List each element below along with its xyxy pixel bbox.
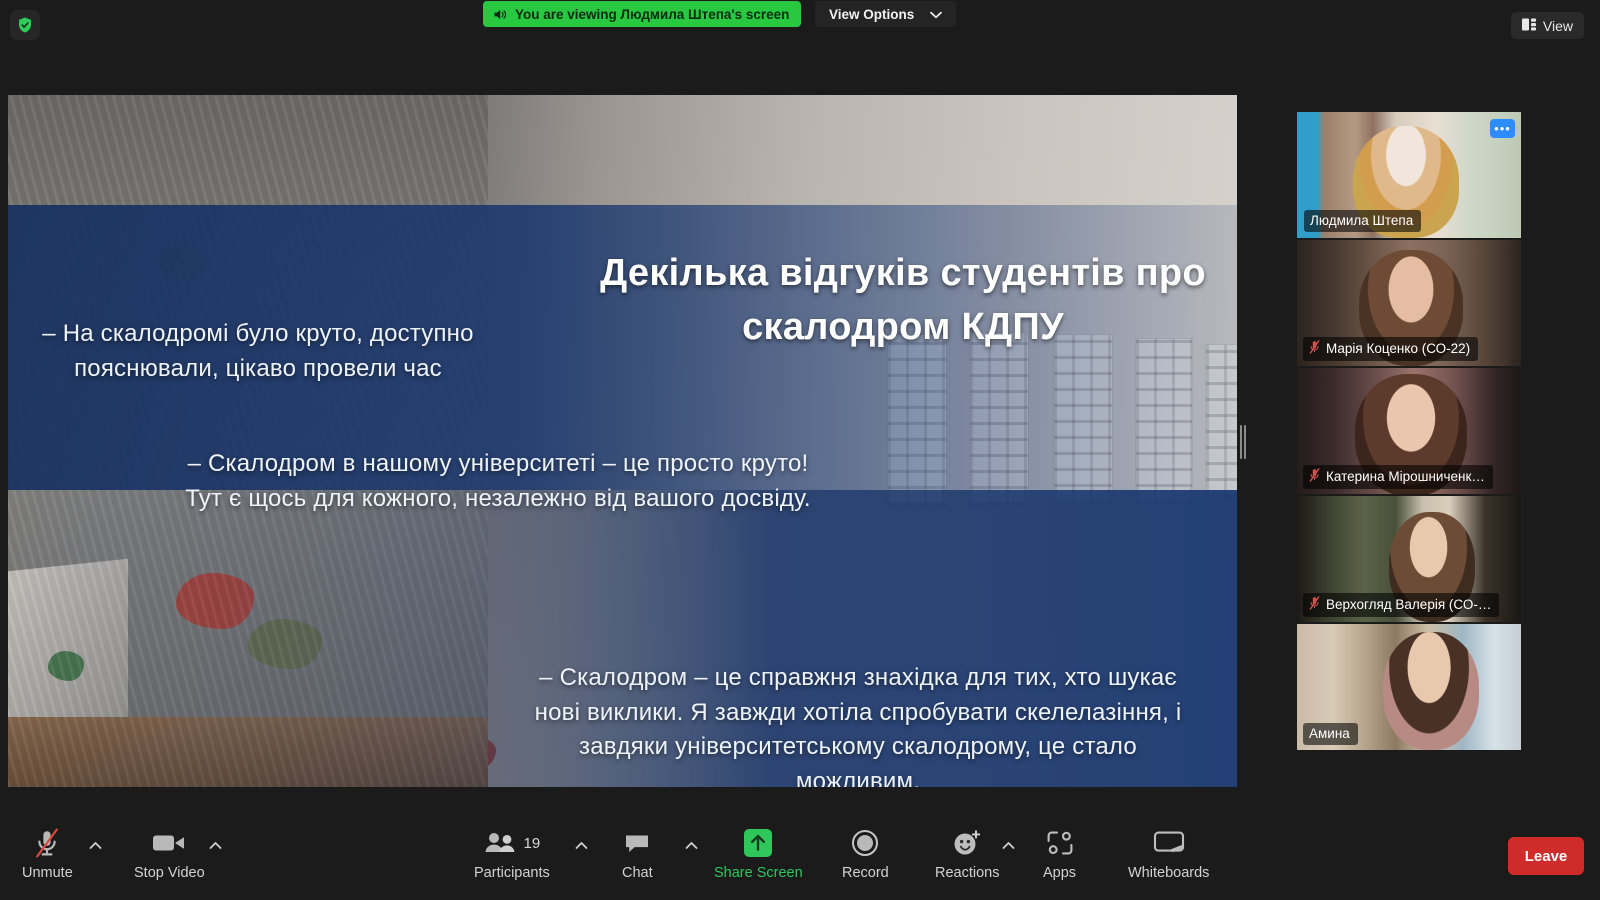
participant-name-badge: Людмила Штепа — [1304, 210, 1422, 232]
video-options-caret[interactable] — [208, 838, 222, 852]
chat-label: Chat — [622, 865, 653, 881]
stop-video-button[interactable]: Stop Video — [134, 826, 205, 881]
participants-video-strip: ••• Людмила Штепа Марія Коценко (СО-22) — [1297, 112, 1523, 848]
stop-video-label: Stop Video — [134, 865, 205, 881]
viewing-banner-text: You are viewing Людмила Штепа's screen — [515, 6, 790, 22]
audio-options-caret[interactable] — [88, 838, 102, 852]
reactions-label: Reactions — [935, 865, 1000, 881]
chat-button[interactable]: Chat — [622, 826, 653, 881]
view-button-label: View — [1542, 17, 1573, 34]
chat-bubble-icon — [623, 826, 651, 860]
record-button[interactable]: Record — [842, 826, 889, 881]
student-quote-1: – На скалодромі було круто, доступно поя… — [42, 320, 474, 382]
record-label: Record — [842, 865, 889, 881]
chevron-down-icon — [930, 7, 943, 22]
apps-button[interactable]: Apps — [1043, 826, 1076, 881]
participants-button[interactable]: 19 Participants — [474, 826, 550, 881]
participant-name: Амина — [1309, 726, 1350, 741]
participant-name-badge: Амина — [1303, 723, 1358, 745]
participant-tile[interactable]: Марія Коценко (СО-22) — [1297, 240, 1521, 366]
microphone-muted-icon — [1309, 468, 1320, 485]
view-options-button[interactable]: View Options — [815, 1, 957, 27]
share-arrow-up-icon — [743, 826, 773, 860]
view-options-label: View Options — [829, 6, 915, 22]
meeting-toolbar: Unmute Stop Video 19 Participants Chat S… — [0, 812, 1600, 900]
apps-icon — [1046, 826, 1074, 860]
participant-tile[interactable]: Верхогляд Валерія (СО-… — [1297, 496, 1521, 622]
participant-tile[interactable]: Амина — [1297, 624, 1521, 750]
participants-count: 19 — [523, 834, 541, 852]
people-icon: 19 — [484, 826, 541, 860]
participant-tile[interactable]: Катерина Мірошниченк… — [1297, 368, 1521, 494]
reactions-options-caret[interactable] — [1001, 838, 1015, 852]
participant-name-badge: Марія Коценко (СО-22) — [1303, 337, 1479, 361]
top-bar: You are viewing Людмила Штепа's screen V… — [0, 0, 1600, 50]
microphone-muted-icon — [33, 826, 61, 860]
smiley-plus-icon — [952, 826, 982, 860]
whiteboard-icon — [1153, 826, 1185, 860]
participant-name-badge: Верхогляд Валерія (СО-… — [1303, 593, 1500, 617]
participant-name: Верхогляд Валерія (СО-… — [1326, 597, 1492, 612]
participant-name: Людмила Штепа — [1310, 213, 1414, 228]
record-circle-icon — [851, 826, 879, 860]
participants-options-caret[interactable] — [574, 838, 588, 852]
microphone-muted-icon — [1309, 340, 1320, 357]
share-screen-label: Share Screen — [714, 865, 803, 881]
reactions-button[interactable]: Reactions — [935, 826, 999, 881]
participant-name-badge: Катерина Мірошниченк… — [1303, 465, 1493, 489]
participant-name: Марія Коценко (СО-22) — [1326, 341, 1471, 356]
participant-name: Катерина Мірошниченк… — [1326, 469, 1485, 484]
more-options-button[interactable]: ••• — [1490, 119, 1515, 138]
share-resize-handle[interactable] — [1240, 425, 1247, 459]
whiteboards-button[interactable]: Whiteboards — [1128, 826, 1209, 881]
whiteboards-label: Whiteboards — [1128, 865, 1210, 881]
zoom-meeting-window: You are viewing Людмила Штепа's screen V… — [0, 0, 1600, 900]
apps-label: Apps — [1043, 865, 1077, 881]
unmute-button[interactable]: Unmute — [22, 826, 73, 881]
student-quote-3: – Скалодром – це справжня знахідка для т… — [534, 664, 1182, 787]
viewing-screen-banner: You are viewing Людмила Штепа's screen — [483, 1, 802, 27]
leave-button[interactable]: Leave — [1508, 837, 1584, 875]
student-quote-2: – Скалодром в нашому університеті – це п… — [185, 450, 811, 512]
share-screen-button[interactable]: Share Screen — [714, 826, 803, 881]
chat-options-caret[interactable] — [684, 838, 698, 852]
participants-label: Participants — [474, 865, 550, 881]
participant-tile[interactable]: ••• Людмила Штепа — [1297, 112, 1521, 238]
encryption-shield-icon[interactable] — [10, 10, 40, 40]
shared-screen-content[interactable]: Декілька відгуків студентів про скалодро… — [8, 95, 1237, 787]
microphone-muted-icon — [1309, 596, 1320, 613]
unmute-label: Unmute — [22, 865, 73, 881]
view-layout-button[interactable]: View — [1510, 12, 1584, 39]
video-camera-icon — [152, 826, 186, 860]
speaker-icon — [493, 8, 508, 21]
layout-grid-icon — [1521, 18, 1536, 34]
slide-title: Декілька відгуків студентів про скалодро… — [600, 252, 1206, 348]
